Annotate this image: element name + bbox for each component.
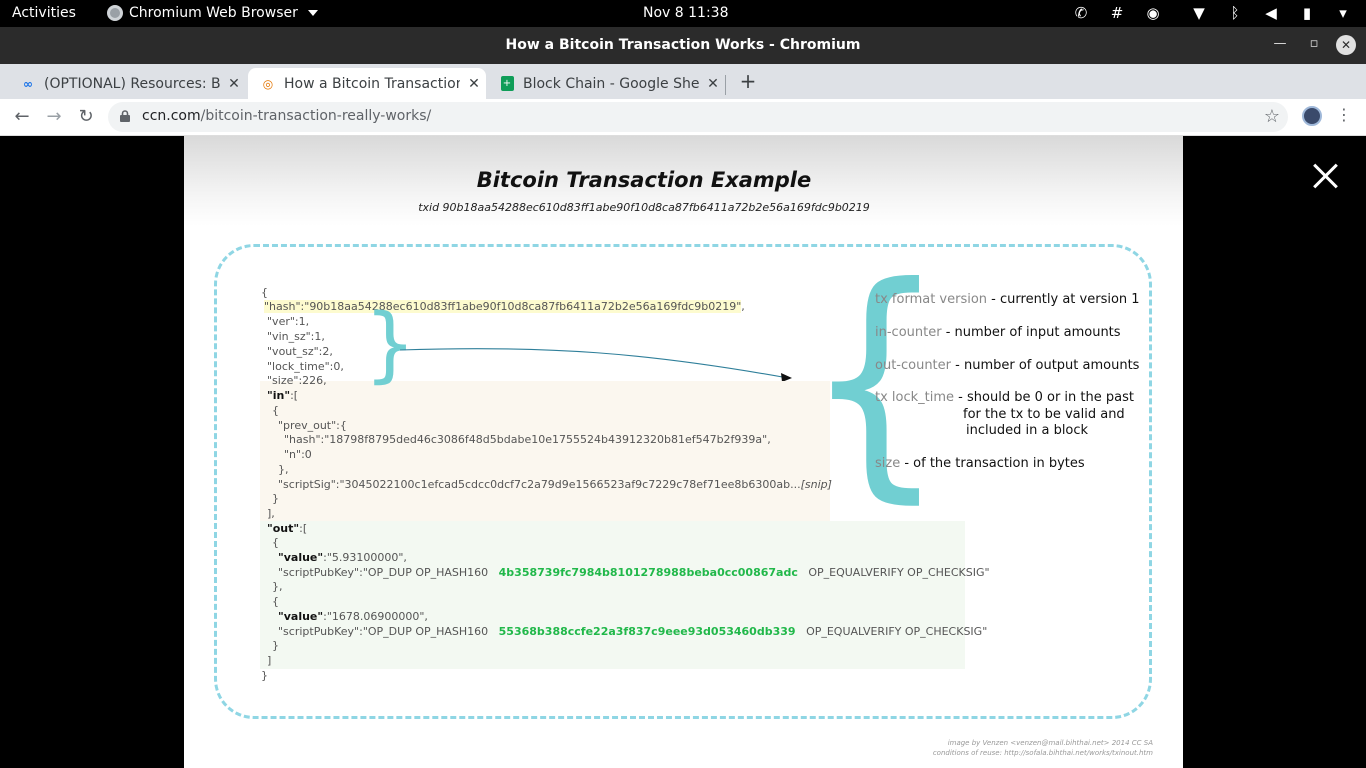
profile-avatar[interactable] <box>1302 106 1322 126</box>
desc-tx-format-version: tx format version - currently at version… <box>875 292 1140 307</box>
app-menu[interactable]: Chromium Web Browser <box>107 5 318 21</box>
desc-tx-lock-time-line2: for the tx to be valid and <box>963 407 1125 422</box>
system-tray[interactable]: ✆ # ◉ ▼ ᛒ ◀ ▮ ▾ <box>1070 3 1354 23</box>
desc-tx-lock-time-line3: included in a block <box>966 423 1089 438</box>
image-credit: image by Venzen <venzen@mail.bihthai.net… <box>932 739 1153 757</box>
code-line-spk2: "scriptPubKey":"OP_DUP OP_HASH160 55368b… <box>278 625 988 638</box>
lightbox-close-icon[interactable] <box>1310 160 1342 192</box>
code-line: }, <box>272 580 283 593</box>
desc-out-counter: out-counter - number of output amounts <box>875 358 1140 373</box>
code-line: { <box>261 286 268 299</box>
ccn-icon: ◎ <box>262 76 274 91</box>
code-line: { <box>272 595 279 608</box>
new-tab-button[interactable]: + <box>737 70 759 92</box>
tab-bitcoin-transaction[interactable]: ◎ How a Bitcoin Transaction ✕ <box>248 68 486 99</box>
figure-title: Bitcoin Transaction Example <box>476 168 812 192</box>
code-line: "ver":1, <box>267 315 310 328</box>
code-line-out: "out":[ <box>267 522 308 535</box>
code-line-scriptsig: "scriptSig":"3045022100c1efcad5cdcc0dcf7… <box>278 478 832 491</box>
window-title-bar: How a Bitcoin Transaction Works - Chromi… <box>0 27 1366 64</box>
code-line-hash: "hash":"90b18aa54288ec610d83ff1abe90f10d… <box>264 300 745 313</box>
wifi-icon[interactable]: ▼ <box>1188 3 1210 23</box>
browser-toolbar: ← → ↻ ccn.com/bitcoin-transaction-really… <box>0 99 1366 136</box>
url-text: ccn.com/bitcoin-transaction-really-works… <box>142 108 432 124</box>
code-line: "vin_sz":1, <box>267 330 325 343</box>
battery-icon[interactable]: ▮ <box>1296 3 1318 23</box>
code-line: "size":226, <box>267 374 327 387</box>
code-line-spk1: "scriptPubKey":"OP_DUP OP_HASH160 4b3587… <box>278 566 990 579</box>
code-line: } <box>261 669 268 682</box>
chromium-icon <box>107 5 123 21</box>
desc-size: size - of the transaction in bytes <box>875 456 1085 471</box>
link-icon: ∞ <box>23 76 33 91</box>
close-tab-icon[interactable]: ✕ <box>466 76 482 92</box>
code-line: { <box>272 404 279 417</box>
address-bar[interactable]: ccn.com/bitcoin-transaction-really-works… <box>108 102 1288 132</box>
code-line: "prev_out":{ <box>278 419 347 432</box>
code-line: "hash":"18798f8795ded46c3086f48d5bdabe10… <box>284 433 771 446</box>
code-line: ] <box>267 654 272 667</box>
minimize-icon[interactable]: — <box>1270 36 1290 56</box>
code-line-in: "in":[ <box>267 389 299 402</box>
power-icon[interactable]: ▾ <box>1332 3 1354 23</box>
discord-icon[interactable]: ◉ <box>1142 3 1164 23</box>
system-top-bar: Activities Chromium Web Browser Nov 8 11… <box>0 0 1366 27</box>
close-tab-icon[interactable]: ✕ <box>226 76 242 92</box>
tab-separator <box>725 75 726 95</box>
code-line: { <box>272 536 279 549</box>
code-line: } <box>272 492 279 505</box>
reload-icon[interactable]: ↻ <box>74 105 98 129</box>
app-name: Chromium Web Browser <box>129 5 298 21</box>
sheets-icon: + <box>499 76 515 92</box>
page-viewport: Bitcoin Transaction Example txid 90b18aa… <box>0 136 1366 768</box>
code-line: "n":0 <box>284 448 312 461</box>
code-line: "lock_time":0, <box>267 360 344 373</box>
close-window-icon[interactable]: ✕ <box>1336 35 1356 55</box>
bluetooth-icon[interactable]: ᛒ <box>1224 3 1246 23</box>
desc-tx-lock-time: tx lock_time - should be 0 or in the pas… <box>875 390 1134 405</box>
whatsapp-icon[interactable]: ✆ <box>1070 3 1092 23</box>
lock-icon <box>120 110 130 122</box>
inputs-background <box>260 381 830 521</box>
code-line: }, <box>278 463 289 476</box>
chevron-down-icon <box>307 10 318 16</box>
window-title: How a Bitcoin Transaction Works - Chromi… <box>505 37 861 53</box>
bitcoin-transaction-figure: Bitcoin Transaction Example txid 90b18aa… <box>184 136 1183 768</box>
more-menu-icon[interactable]: ⋮ <box>1336 105 1352 124</box>
back-arrow-icon[interactable]: ← <box>10 105 34 129</box>
code-line: ], <box>267 507 275 520</box>
slack-icon[interactable]: # <box>1106 3 1128 23</box>
figure-txid: txid 90b18aa54288ec610d83ff1abe90f10d8ca… <box>418 201 870 214</box>
bookmark-star-icon[interactable]: ☆ <box>1264 106 1280 127</box>
tab-optional-resources[interactable]: ∞ (OPTIONAL) Resources: B ✕ <box>8 68 244 99</box>
arrow-icon <box>399 348 792 381</box>
tab-block-chain-sheets[interactable]: + Block Chain - Google Shee ✕ <box>487 68 723 99</box>
code-line-value2: "value":"1678.06900000", <box>278 610 428 623</box>
code-line: "vout_sz":2, <box>267 345 333 358</box>
outputs-background <box>260 521 965 669</box>
desc-in-counter: in-counter - number of input amounts <box>875 325 1121 340</box>
forward-arrow-icon[interactable]: → <box>42 105 66 129</box>
activities-button[interactable]: Activities <box>12 5 76 21</box>
clock[interactable]: Nov 8 11:38 <box>643 5 728 21</box>
close-tab-icon[interactable]: ✕ <box>705 76 721 92</box>
tab-strip: ∞ (OPTIONAL) Resources: B ✕ ◎ How a Bitc… <box>0 64 1366 99</box>
code-line: } <box>272 639 279 652</box>
code-line-value1: "value":"5.93100000", <box>278 551 407 564</box>
volume-icon[interactable]: ◀ <box>1260 3 1282 23</box>
maximize-icon[interactable]: ▫ <box>1304 36 1324 56</box>
